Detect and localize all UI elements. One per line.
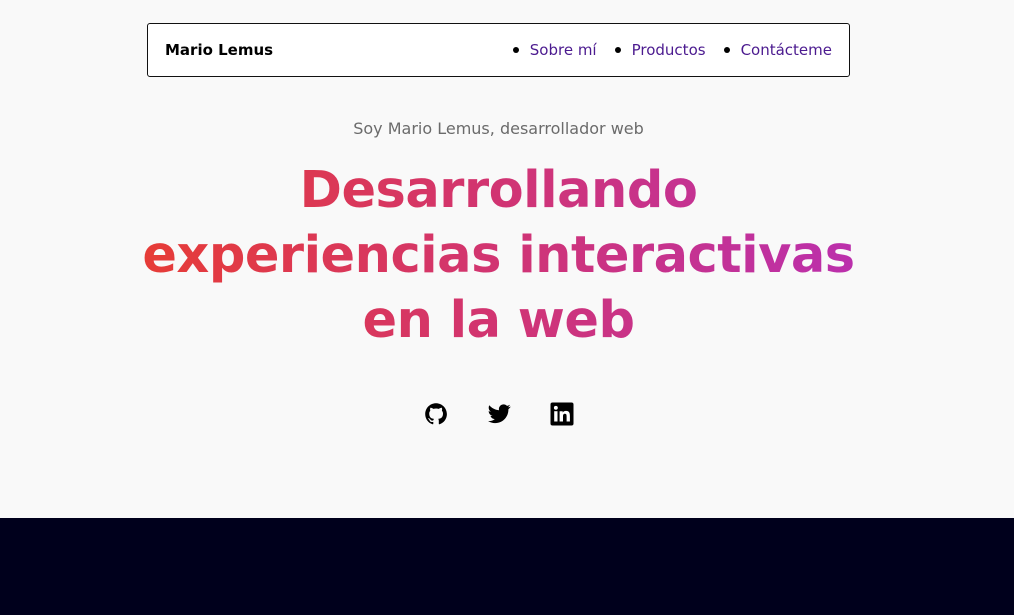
nav-list: Sobre mí Productos Contácteme bbox=[495, 41, 832, 59]
navbar: Mario Lemus Sobre mí Productos Contáctem… bbox=[147, 23, 850, 77]
github-link[interactable] bbox=[424, 402, 448, 426]
twitter-link[interactable] bbox=[487, 402, 511, 426]
nav-link-productos[interactable]: Productos bbox=[632, 41, 706, 59]
github-icon bbox=[425, 403, 447, 425]
headline-line-3: en la web bbox=[362, 291, 635, 350]
headline-line-1: Desarrollando bbox=[299, 161, 698, 220]
nav-item-contactame: Contácteme bbox=[723, 41, 832, 59]
twitter-icon bbox=[487, 404, 511, 424]
nav-item-productos: Productos bbox=[614, 41, 706, 59]
social-links bbox=[424, 402, 574, 426]
hero-subtitle: Soy Mario Lemus, desarrollador web bbox=[353, 119, 644, 138]
bullet-icon bbox=[723, 47, 730, 53]
bullet-icon bbox=[512, 47, 519, 53]
dark-section bbox=[0, 518, 1014, 615]
linkedin-link[interactable] bbox=[550, 402, 574, 426]
headline-line-2: experiencias interactivas bbox=[142, 226, 855, 285]
hero-headline: Desarrollando experiencias interactivas … bbox=[0, 158, 997, 353]
page: Mario Lemus Sobre mí Productos Contáctem… bbox=[0, 0, 1014, 615]
brand-logo-text[interactable]: Mario Lemus bbox=[165, 41, 273, 59]
nav-link-contactame[interactable]: Contácteme bbox=[741, 41, 832, 59]
nav-item-sobre-mi: Sobre mí bbox=[512, 41, 597, 59]
linkedin-icon bbox=[550, 402, 574, 426]
bullet-icon bbox=[614, 47, 621, 53]
nav-link-sobre-mi[interactable]: Sobre mí bbox=[530, 41, 597, 59]
